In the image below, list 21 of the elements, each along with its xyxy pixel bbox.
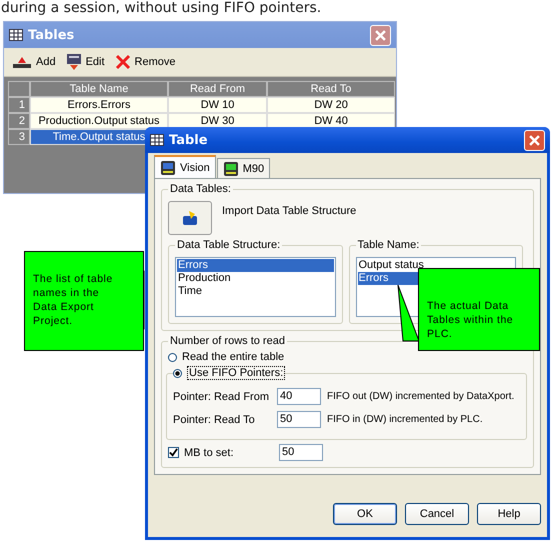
row-number: 2 — [8, 113, 30, 129]
field-label: Pointer: Read To — [173, 414, 256, 426]
table-cell: Production.Output status — [30, 113, 168, 129]
window-title: Table — [169, 132, 209, 148]
checkbox-label: MB to set: — [184, 446, 235, 458]
group-label: Number of rows to read — [169, 335, 286, 347]
group-label: Table Name: — [356, 239, 420, 251]
field-label: Pointer: Read From — [173, 390, 270, 402]
table-cell: DW 10 — [168, 97, 267, 113]
field-note: FIFO in (DW) incremented by PLC. — [327, 414, 483, 425]
table-cell: Errors.Errors — [30, 97, 168, 113]
intro-text: during a session, without using FIFO pointers. — [1, 0, 322, 17]
row-number: 3 — [8, 129, 30, 145]
field-note: FIFO out (DW) incremented by DataXport. — [327, 391, 514, 402]
row-number: 1 — [8, 97, 30, 113]
callout-note: The list of table names in the Data Export Project. — [24, 251, 144, 351]
group-label: Data Table Structure: — [176, 239, 282, 251]
import-label: Import Data Table Structure — [222, 205, 356, 217]
table-cell: DW 20 — [267, 97, 395, 113]
window-title: Tables — [28, 28, 76, 42]
group-label: Data Tables: — [169, 183, 232, 195]
